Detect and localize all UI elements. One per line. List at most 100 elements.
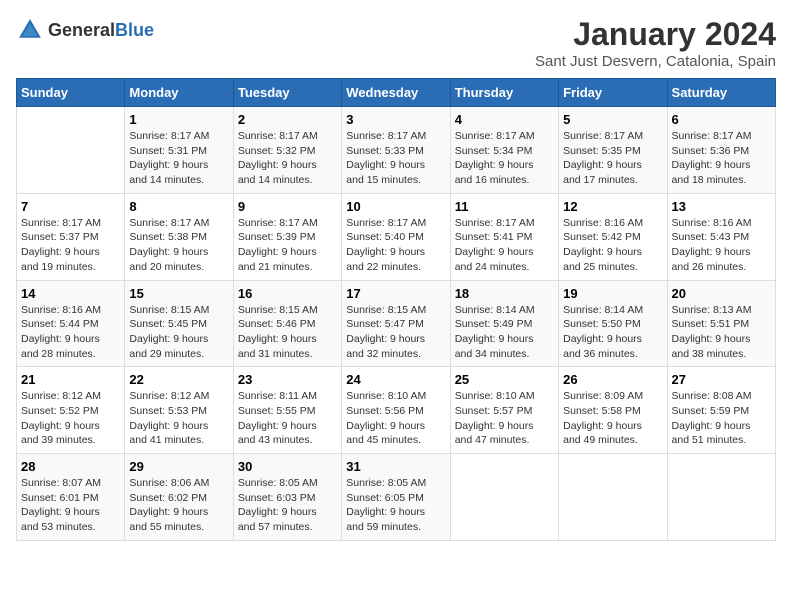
day-content: Sunrise: 8:11 AM Sunset: 5:55 PM Dayligh… [238,389,337,448]
day-cell-2-6: 20 Sunrise: 8:13 AM Sunset: 5:51 PM Dayli… [667,280,775,367]
day-cell-3-2: 23 Sunrise: 8:11 AM Sunset: 5:55 PM Dayli… [233,367,341,454]
day-number: 13 [672,199,771,214]
day-content: Sunrise: 8:17 AM Sunset: 5:36 PM Dayligh… [672,129,771,188]
header-saturday: Saturday [667,79,775,107]
day-cell-4-0: 28 Sunrise: 8:07 AM Sunset: 6:01 PM Dayli… [17,454,125,541]
header-sunday: Sunday [17,79,125,107]
day-content: Sunrise: 8:17 AM Sunset: 5:37 PM Dayligh… [21,216,120,275]
day-content: Sunrise: 8:17 AM Sunset: 5:35 PM Dayligh… [563,129,662,188]
logo-blue: Blue [115,20,154,40]
day-content: Sunrise: 8:12 AM Sunset: 5:53 PM Dayligh… [129,389,228,448]
day-number: 19 [563,286,662,301]
day-cell-2-3: 17 Sunrise: 8:15 AM Sunset: 5:47 PM Dayli… [342,280,450,367]
day-content: Sunrise: 8:17 AM Sunset: 5:40 PM Dayligh… [346,216,445,275]
day-number: 1 [129,112,228,127]
day-number: 25 [455,372,554,387]
header-thursday: Thursday [450,79,558,107]
day-content: Sunrise: 8:13 AM Sunset: 5:51 PM Dayligh… [672,303,771,362]
day-content: Sunrise: 8:05 AM Sunset: 6:05 PM Dayligh… [346,476,445,535]
week-row-1: 7 Sunrise: 8:17 AM Sunset: 5:37 PM Daylig… [17,193,776,280]
day-number: 10 [346,199,445,214]
day-cell-4-1: 29 Sunrise: 8:06 AM Sunset: 6:02 PM Dayli… [125,454,233,541]
day-cell-2-2: 16Sunrise: 8:15 AM Sunset: 5:46 PM Dayli… [233,280,341,367]
day-cell-4-5 [559,454,667,541]
day-number: 31 [346,459,445,474]
day-number: 6 [672,112,771,127]
day-content: Sunrise: 8:16 AM Sunset: 5:43 PM Dayligh… [672,216,771,275]
day-cell-3-4: 25 Sunrise: 8:10 AM Sunset: 5:57 PM Dayli… [450,367,558,454]
day-content: Sunrise: 8:05 AM Sunset: 6:03 PM Dayligh… [238,476,337,535]
day-content: Sunrise: 8:15 AM Sunset: 5:45 PM Dayligh… [129,303,228,362]
day-number: 4 [455,112,554,127]
day-cell-0-6: 6 Sunrise: 8:17 AM Sunset: 5:36 PM Daylig… [667,107,775,194]
day-number: 27 [672,372,771,387]
day-number: 30 [238,459,337,474]
day-content: Sunrise: 8:10 AM Sunset: 5:57 PM Dayligh… [455,389,554,448]
day-number: 21 [21,372,120,387]
day-number: 20 [672,286,771,301]
day-number: 23 [238,372,337,387]
day-number: 9 [238,199,337,214]
day-cell-3-6: 27 Sunrise: 8:08 AM Sunset: 5:59 PM Dayli… [667,367,775,454]
day-content: Sunrise: 8:10 AM Sunset: 5:56 PM Dayligh… [346,389,445,448]
day-content: Sunrise: 8:09 AM Sunset: 5:58 PM Dayligh… [563,389,662,448]
day-cell-3-3: 24Sunrise: 8:10 AM Sunset: 5:56 PM Dayli… [342,367,450,454]
day-cell-0-0 [17,107,125,194]
day-content: Sunrise: 8:07 AM Sunset: 6:01 PM Dayligh… [21,476,120,535]
weekday-header-row: Sunday Monday Tuesday Wednesday Thursday… [17,79,776,107]
day-content: Sunrise: 8:17 AM Sunset: 5:41 PM Dayligh… [455,216,554,275]
day-cell-3-1: 22 Sunrise: 8:12 AM Sunset: 5:53 PM Dayli… [125,367,233,454]
week-row-3: 21 Sunrise: 8:12 AM Sunset: 5:52 PM Dayli… [17,367,776,454]
calendar-header: Sunday Monday Tuesday Wednesday Thursday… [17,79,776,107]
day-number: 14 [21,286,120,301]
day-number: 28 [21,459,120,474]
day-number: 11 [455,199,554,214]
day-cell-0-1: 1 Sunrise: 8:17 AM Sunset: 5:31 PM Daylig… [125,107,233,194]
header-wednesday: Wednesday [342,79,450,107]
day-cell-1-2: 9Sunrise: 8:17 AM Sunset: 5:39 PM Daylig… [233,193,341,280]
day-cell-0-3: 3Sunrise: 8:17 AM Sunset: 5:33 PM Daylig… [342,107,450,194]
calendar-table: Sunday Monday Tuesday Wednesday Thursday… [16,78,776,541]
day-content: Sunrise: 8:16 AM Sunset: 5:44 PM Dayligh… [21,303,120,362]
day-number: 15 [129,286,228,301]
day-cell-1-6: 13 Sunrise: 8:16 AM Sunset: 5:43 PM Dayli… [667,193,775,280]
day-cell-1-0: 7 Sunrise: 8:17 AM Sunset: 5:37 PM Daylig… [17,193,125,280]
day-cell-2-4: 18Sunrise: 8:14 AM Sunset: 5:49 PM Dayli… [450,280,558,367]
day-content: Sunrise: 8:12 AM Sunset: 5:52 PM Dayligh… [21,389,120,448]
day-cell-1-3: 10 Sunrise: 8:17 AM Sunset: 5:40 PM Dayli… [342,193,450,280]
day-number: 22 [129,372,228,387]
week-row-2: 14 Sunrise: 8:16 AM Sunset: 5:44 PM Dayli… [17,280,776,367]
day-cell-2-0: 14 Sunrise: 8:16 AM Sunset: 5:44 PM Dayli… [17,280,125,367]
day-cell-0-2: 2Sunrise: 8:17 AM Sunset: 5:32 PM Daylig… [233,107,341,194]
header-tuesday: Tuesday [233,79,341,107]
logo-general: General [48,20,115,40]
day-cell-0-4: 4 Sunrise: 8:17 AM Sunset: 5:34 PM Daylig… [450,107,558,194]
day-number: 29 [129,459,228,474]
day-content: Sunrise: 8:08 AM Sunset: 5:59 PM Dayligh… [672,389,771,448]
day-number: 17 [346,286,445,301]
day-content: Sunrise: 8:17 AM Sunset: 5:38 PM Dayligh… [129,216,228,275]
week-row-4: 28 Sunrise: 8:07 AM Sunset: 6:01 PM Dayli… [17,454,776,541]
day-cell-2-1: 15 Sunrise: 8:15 AM Sunset: 5:45 PM Dayli… [125,280,233,367]
day-number: 7 [21,199,120,214]
day-number: 3 [346,112,445,127]
day-number: 16 [238,286,337,301]
week-row-0: 1 Sunrise: 8:17 AM Sunset: 5:31 PM Daylig… [17,107,776,194]
day-content: Sunrise: 8:15 AM Sunset: 5:47 PM Dayligh… [346,303,445,362]
logo-icon [16,16,44,44]
day-cell-4-6 [667,454,775,541]
calendar-body: 1 Sunrise: 8:17 AM Sunset: 5:31 PM Daylig… [17,107,776,541]
day-cell-2-5: 19Sunrise: 8:14 AM Sunset: 5:50 PM Dayli… [559,280,667,367]
day-content: Sunrise: 8:17 AM Sunset: 5:31 PM Dayligh… [129,129,228,188]
day-content: Sunrise: 8:06 AM Sunset: 6:02 PM Dayligh… [129,476,228,535]
logo-text: GeneralBlue [48,20,154,41]
logo: GeneralBlue [16,16,154,44]
title-block: January 2024 Sant Just Desvern, Cataloni… [535,16,776,70]
day-cell-3-0: 21 Sunrise: 8:12 AM Sunset: 5:52 PM Dayli… [17,367,125,454]
day-cell-4-3: 31 Sunrise: 8:05 AM Sunset: 6:05 PM Dayli… [342,454,450,541]
subtitle: Sant Just Desvern, Catalonia, Spain [535,53,776,70]
page-header: GeneralBlue January 2024 Sant Just Desve… [16,16,776,70]
header-friday: Friday [559,79,667,107]
day-content: Sunrise: 8:17 AM Sunset: 5:34 PM Dayligh… [455,129,554,188]
day-number: 26 [563,372,662,387]
